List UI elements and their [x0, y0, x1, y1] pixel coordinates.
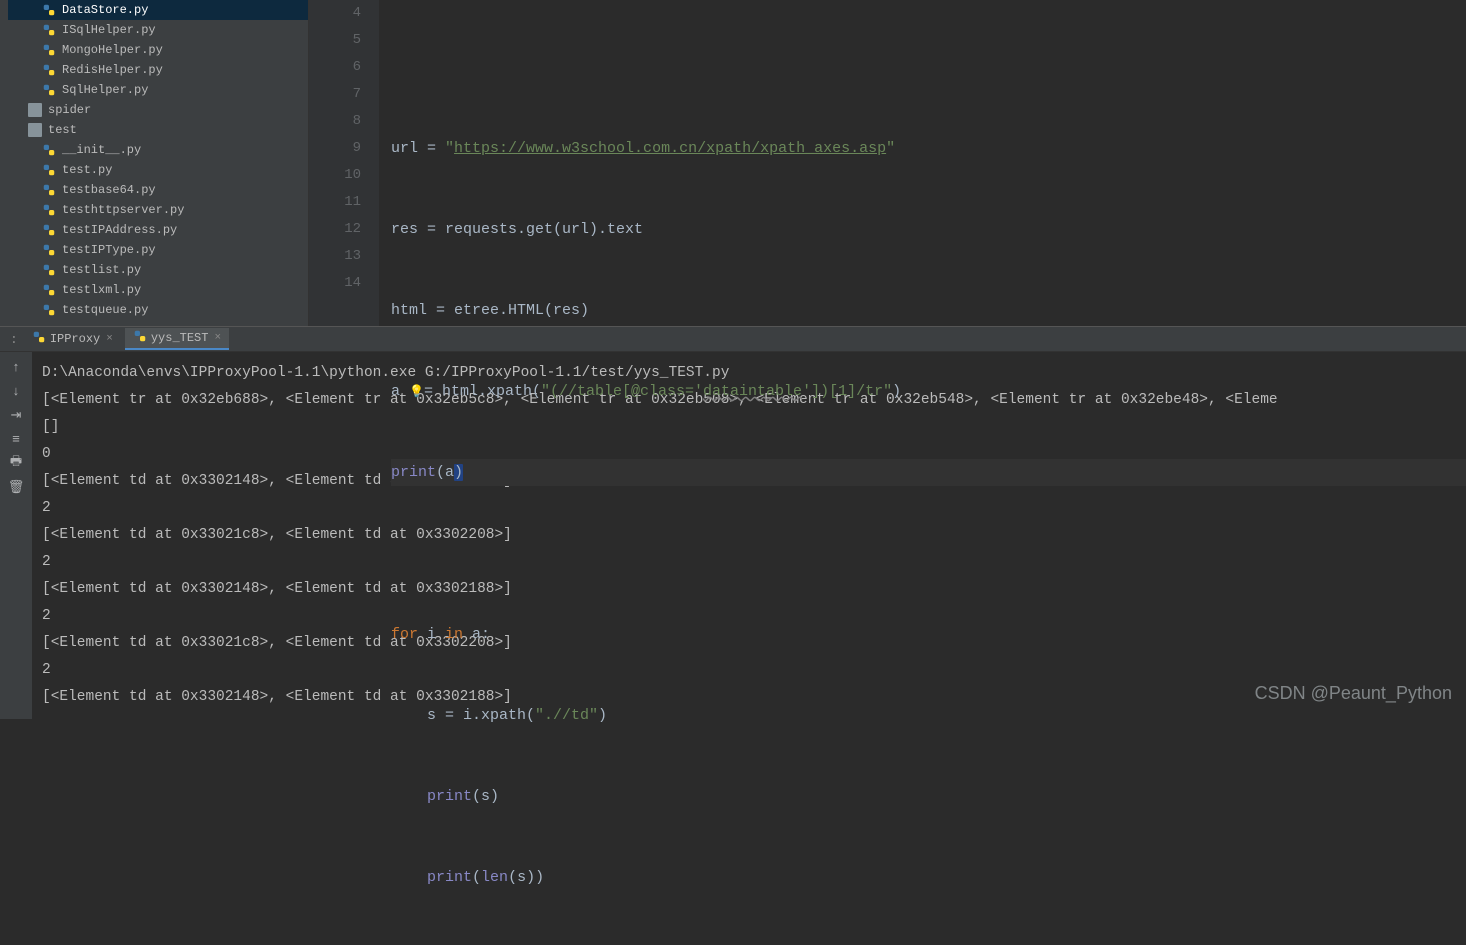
line-number: 8: [309, 108, 361, 135]
wrap-icon[interactable]: ⇥: [7, 406, 25, 424]
line-number: 5: [309, 27, 361, 54]
code-line: res = requests.get(url).text: [391, 216, 1466, 243]
code-line: [391, 540, 1466, 567]
code-line: print(s): [391, 783, 1466, 810]
tree-item[interactable]: test: [8, 120, 308, 140]
code-content[interactable]: url = "https://www.w3school.com.cn/xpath…: [379, 0, 1466, 326]
tree-item[interactable]: MongoHelper.py: [8, 40, 308, 60]
python-file-icon: [133, 329, 147, 347]
python-file-icon: [42, 23, 56, 37]
line-number: 6: [309, 54, 361, 81]
line-number: 14: [309, 270, 361, 297]
line-number: 7: [309, 81, 361, 108]
project-tree[interactable]: DataStore.py ISqlHelper.py MongoHelper.py R…: [0, 0, 309, 326]
tree-item-label: testlist.py: [62, 263, 141, 277]
tree-item-label: test.py: [62, 163, 112, 177]
tree-item-label: SqlHelper.py: [62, 83, 148, 97]
tree-item[interactable]: testbase64.py: [8, 180, 308, 200]
code-line: print(a): [391, 459, 1466, 486]
scroll-icon[interactable]: ≡: [7, 430, 25, 448]
run-tab[interactable]: yys_TEST ×: [125, 328, 229, 350]
python-file-icon: [42, 83, 56, 97]
close-icon[interactable]: ×: [214, 332, 221, 344]
python-file-icon: [42, 283, 56, 297]
tree-item[interactable]: testIPType.py: [8, 240, 308, 260]
code-line: [391, 54, 1466, 81]
code-line: s = i.xpath(".//td"): [391, 702, 1466, 729]
code-line: print(len(s)): [391, 864, 1466, 891]
run-tab-label: IPProxy: [50, 332, 100, 346]
folder-icon: [28, 123, 42, 137]
python-file-icon: [42, 3, 56, 17]
tree-item[interactable]: __init__.py: [8, 140, 308, 160]
python-file-icon: [42, 163, 56, 177]
tree-item-label: testbase64.py: [62, 183, 156, 197]
tree-item-label: spider: [48, 103, 91, 117]
tree-item[interactable]: DataStore.py: [8, 0, 308, 20]
tree-item[interactable]: test.py: [8, 160, 308, 180]
tree-item[interactable]: testhttpserver.py: [8, 200, 308, 220]
close-icon[interactable]: ×: [106, 333, 113, 345]
line-number: 12: [309, 216, 361, 243]
down-arrow-icon[interactable]: ↓: [7, 382, 25, 400]
tree-item-label: __init__.py: [62, 143, 141, 157]
python-file-icon: [42, 303, 56, 317]
tree-item[interactable]: ISqlHelper.py: [8, 20, 308, 40]
python-file-icon: [42, 203, 56, 217]
python-file-icon: [42, 263, 56, 277]
code-line: a 💡= html.xpath("(//table[@class='datain…: [391, 378, 1466, 405]
tree-item-label: ISqlHelper.py: [62, 23, 156, 37]
python-file-icon: [42, 143, 56, 157]
line-gutter: 4567891011121314: [309, 0, 379, 326]
python-file-icon: [42, 43, 56, 57]
tree-item-label: test: [48, 123, 77, 137]
intention-bulb-icon[interactable]: 💡: [409, 385, 424, 399]
print-icon[interactable]: 🖶: [7, 454, 25, 472]
tree-item[interactable]: testlxml.py: [8, 280, 308, 300]
python-file-icon: [42, 223, 56, 237]
trash-icon[interactable]: 🗑: [7, 478, 25, 496]
tree-item-label: testlxml.py: [62, 283, 141, 297]
python-file-icon: [42, 183, 56, 197]
tree-item-label: DataStore.py: [62, 3, 148, 17]
line-number: 9: [309, 135, 361, 162]
tree-item-label: testIPAddress.py: [62, 223, 177, 237]
line-number: 10: [309, 162, 361, 189]
tree-item-label: testqueue.py: [62, 303, 148, 317]
tree-item[interactable]: testqueue.py: [8, 300, 308, 320]
code-line: html = etree.HTML(res): [391, 297, 1466, 324]
line-number: 11: [309, 189, 361, 216]
tree-item-label: testhttpserver.py: [62, 203, 184, 217]
folder-icon: [28, 103, 42, 117]
code-editor[interactable]: 4567891011121314 url = "https://www.w3sc…: [309, 0, 1466, 326]
console-toolbar: ↑ ↓ ⇥ ≡ 🖶 🗑: [0, 352, 32, 719]
tree-item[interactable]: spider: [8, 100, 308, 120]
python-file-icon: [42, 243, 56, 257]
tree-item[interactable]: testIPAddress.py: [8, 220, 308, 240]
line-number: 13: [309, 243, 361, 270]
tree-item-label: testIPType.py: [62, 243, 156, 257]
run-tab[interactable]: IPProxy ×: [24, 328, 121, 350]
tree-item-label: MongoHelper.py: [62, 43, 163, 57]
code-line: for i in a:: [391, 621, 1466, 648]
python-file-icon: [32, 330, 46, 348]
tree-item[interactable]: testlist.py: [8, 260, 308, 280]
run-tab-label: yys_TEST: [151, 331, 209, 345]
code-line: url = "https://www.w3school.com.cn/xpath…: [391, 135, 1466, 162]
tree-item-label: RedisHelper.py: [62, 63, 163, 77]
tree-item[interactable]: RedisHelper.py: [8, 60, 308, 80]
watermark: CSDN @Peaunt_Python: [1255, 683, 1452, 704]
tree-item[interactable]: SqlHelper.py: [8, 80, 308, 100]
line-number: 4: [309, 0, 361, 27]
up-arrow-icon[interactable]: ↑: [7, 358, 25, 376]
python-file-icon: [42, 63, 56, 77]
